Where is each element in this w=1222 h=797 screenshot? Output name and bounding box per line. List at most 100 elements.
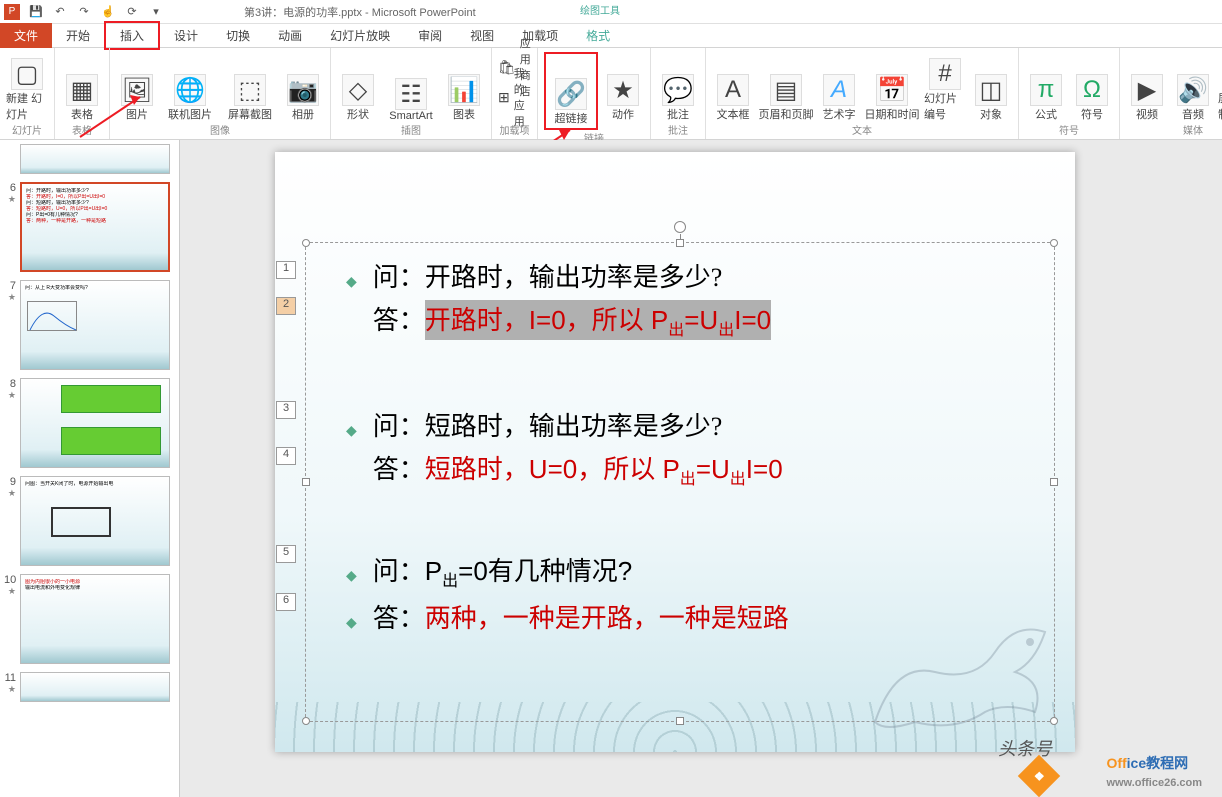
rotate-handle[interactable] — [674, 221, 686, 233]
line-a1: ◆答：开路时，I=0，所以 P出=U出I=0 — [306, 300, 1054, 340]
group-images-label: 图像 — [210, 122, 230, 137]
thumb-slide-8[interactable] — [20, 378, 170, 468]
slide-editor[interactable]: 1 2 3 4 5 6 ◆问：开路时，输出功率是多少? ◆答：开路时，I=0，所… — [180, 140, 1222, 797]
tab-format[interactable]: 格式 — [572, 23, 624, 48]
thumb-slide-7[interactable]: 问：从上 R大变功率会变吗? — [20, 280, 170, 370]
slidenum-icon: # — [929, 58, 961, 90]
anim-tag-3[interactable]: 3 — [276, 401, 296, 419]
qat-more-icon[interactable]: ▾ — [148, 4, 164, 20]
slidenum-button[interactable]: #幻灯片 编号 — [924, 52, 966, 122]
resize-handle-se[interactable] — [1050, 717, 1058, 725]
tab-animation[interactable]: 动画 — [264, 23, 316, 48]
watermark-headline: 头条号 — [998, 735, 1052, 761]
resize-handle-n[interactable] — [676, 239, 684, 247]
shapes-button[interactable]: ◇形状 — [337, 52, 379, 122]
ribbon: ▢新建 幻灯片 幻灯片 ▦表格 表格 🖼图片 🌐联机图片 ⬚屏幕截图 📷相册 图… — [0, 48, 1222, 140]
tab-transition[interactable]: 切换 — [212, 23, 264, 48]
watermark-text: Office教程网 www.office26.com — [1106, 753, 1202, 789]
ribbon-tabs: 文件 开始 插入 设计 切换 动画 幻灯片放映 审阅 视图 加载项 格式 — [0, 24, 1222, 48]
anim-tag-5[interactable]: 5 — [276, 545, 296, 563]
screenrec-button[interactable]: ⏺屏幕 录制 — [1218, 52, 1222, 122]
equation-button[interactable]: π公式 — [1025, 52, 1067, 122]
wordart-button[interactable]: A艺术字 — [818, 52, 860, 122]
resize-handle-ne[interactable] — [1050, 239, 1058, 247]
new-slide-button[interactable]: ▢新建 幻灯片 — [6, 52, 48, 122]
resize-handle-nw[interactable] — [302, 239, 310, 247]
action-button[interactable]: ★动作 — [602, 52, 644, 122]
textbox-icon: A — [717, 74, 749, 106]
table-button[interactable]: ▦表格 — [61, 52, 103, 122]
save-icon[interactable]: 💾 — [28, 4, 44, 20]
thumb-slide-10[interactable]: 图为内阻很小的一小电源输出电流和外电变化规律 — [20, 574, 170, 664]
album-icon: 📷 — [287, 74, 319, 106]
comment-button[interactable]: 💬批注 — [657, 52, 699, 122]
tab-design[interactable]: 设计 — [160, 23, 212, 48]
datetime-button[interactable]: 📅日期和时间 — [864, 52, 920, 122]
undo-icon[interactable]: ↶ — [52, 4, 68, 20]
content-textframe[interactable]: 1 2 3 4 5 6 ◆问：开路时，输出功率是多少? ◆答：开路时，I=0，所… — [305, 242, 1055, 722]
symbol-button[interactable]: Ω符号 — [1071, 52, 1113, 122]
object-button[interactable]: ◫对象 — [970, 52, 1012, 122]
group-tables-label: 表格 — [72, 122, 92, 137]
tab-insert[interactable]: 插入 — [104, 21, 160, 50]
group-text-label: 文本 — [852, 122, 872, 137]
textbox-button[interactable]: A文本框 — [712, 52, 754, 122]
workspace: 6★问：开路时，输出功率多少?答：开路时，I=0，所以P出=U出I=0问：短路时… — [0, 140, 1222, 797]
selected-text[interactable]: 开路时，I=0，所以 P出=U出I=0 — [425, 300, 771, 340]
action-icon: ★ — [607, 74, 639, 106]
thumb-slide-11[interactable] — [20, 672, 170, 702]
myapps-button[interactable]: ⊞我的应用 — [498, 82, 531, 112]
online-picture-button[interactable]: 🌐联机图片 — [162, 52, 218, 122]
bullet-icon: ◆ — [346, 422, 357, 439]
slide-thumbnails-panel[interactable]: 6★问：开路时，输出功率多少?答：开路时，I=0，所以P出=U出I=0问：短路时… — [0, 140, 180, 797]
tab-view[interactable]: 视图 — [456, 23, 508, 48]
hyperlink-button[interactable]: 🔗超链接 — [550, 56, 592, 126]
quick-access-toolbar: P 💾 ↶ ↷ ☝ ⟳ ▾ — [4, 4, 164, 20]
drawing-tools-label: 绘图工具 — [580, 2, 620, 17]
screenshot-button[interactable]: ⬚屏幕截图 — [222, 52, 278, 122]
thumb-slide-5[interactable] — [20, 144, 170, 174]
anim-tag-1[interactable]: 1 — [276, 261, 296, 279]
thumb-num-6: 6 — [10, 182, 16, 194]
tab-addins[interactable]: 加载项 — [508, 23, 572, 48]
video-button[interactable]: ▶视频 — [1126, 52, 1168, 122]
title-bar: P 💾 ↶ ↷ ☝ ⟳ ▾ 第3讲：电源的功率.pptx - Microsoft… — [0, 0, 1222, 24]
tab-file[interactable]: 文件 — [0, 23, 52, 48]
anim-tag-6[interactable]: 6 — [276, 593, 296, 611]
tab-slideshow[interactable]: 幻灯片放映 — [316, 23, 404, 48]
equation-icon: π — [1030, 74, 1062, 106]
anim-tag-2[interactable]: 2 — [276, 297, 296, 315]
resize-handle-s[interactable] — [676, 717, 684, 725]
group-illustrations-label: 插图 — [401, 122, 421, 137]
audio-button[interactable]: 🔊音频 — [1172, 52, 1214, 122]
resize-handle-sw[interactable] — [302, 717, 310, 725]
redo-icon[interactable]: ↷ — [76, 4, 92, 20]
video-icon: ▶ — [1131, 74, 1163, 106]
symbol-icon: Ω — [1076, 74, 1108, 106]
refresh-icon[interactable]: ⟳ — [124, 4, 140, 20]
datetime-icon: 📅 — [876, 74, 908, 106]
touch-icon[interactable]: ☝ — [100, 4, 116, 20]
resize-handle-e[interactable] — [1050, 478, 1058, 486]
group-symbols-label: 符号 — [1059, 122, 1079, 137]
thumb-slide-9[interactable]: 问图：当开关K闭了时，电源开始输出电 — [20, 476, 170, 566]
thumb-num-8: 8 — [10, 378, 16, 390]
table-icon: ▦ — [66, 74, 98, 106]
headerfooter-button[interactable]: ▤页眉和页脚 — [758, 52, 814, 122]
online-picture-icon: 🌐 — [174, 74, 206, 106]
album-button[interactable]: 📷相册 — [282, 52, 324, 122]
chart-button[interactable]: 📊图表 — [443, 52, 485, 122]
resize-handle-w[interactable] — [302, 478, 310, 486]
line-q3: ◆问：P出=0有几种情况? — [306, 551, 1054, 591]
thumb-slide-6[interactable]: 问：开路时，输出功率多少?答：开路时，I=0，所以P出=U出I=0问：短路时，输… — [20, 182, 170, 272]
smartart-button[interactable]: ☷SmartArt — [383, 52, 439, 122]
tab-review[interactable]: 审阅 — [404, 23, 456, 48]
tab-home[interactable]: 开始 — [52, 23, 104, 48]
thumb-num-10: 10 — [4, 574, 16, 586]
line-q1: ◆问：开路时，输出功率是多少? — [306, 257, 1054, 294]
slide-canvas[interactable]: 1 2 3 4 5 6 ◆问：开路时，输出功率是多少? ◆答：开路时，I=0，所… — [275, 152, 1075, 752]
anim-tag-4[interactable]: 4 — [276, 447, 296, 465]
smartart-icon: ☷ — [395, 78, 427, 110]
picture-icon: 🖼 — [121, 74, 153, 106]
picture-button[interactable]: 🖼图片 — [116, 52, 158, 122]
